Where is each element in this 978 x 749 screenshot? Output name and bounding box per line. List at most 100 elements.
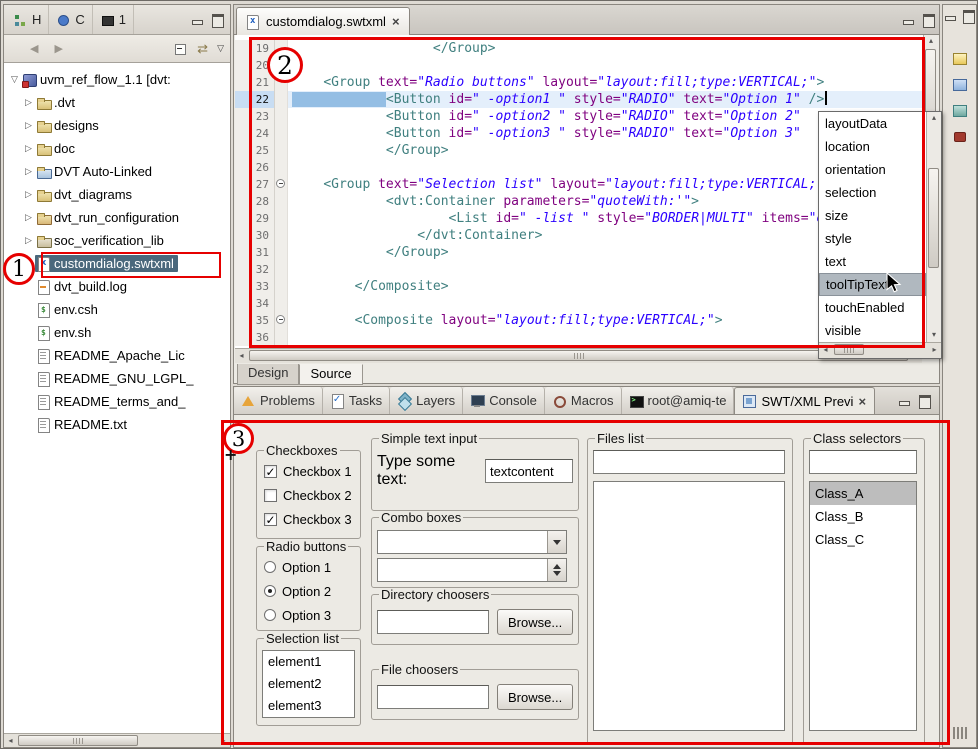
files-list[interactable] bbox=[593, 481, 785, 731]
checkbox-icon[interactable] bbox=[264, 489, 277, 502]
tree-item-readme-terms-and[interactable]: README_terms_and_ bbox=[4, 390, 230, 413]
checkbox-icon[interactable]: ✓ bbox=[264, 513, 277, 526]
tab-swt-xml-previ[interactable]: SWT/XML Previ× bbox=[734, 387, 875, 414]
collapse-all-icon[interactable] bbox=[173, 42, 188, 56]
maximize-button[interactable] bbox=[961, 9, 974, 23]
view-menu-icon[interactable]: ▽ bbox=[217, 43, 224, 54]
list-item-class-b[interactable]: Class_B bbox=[810, 505, 916, 528]
minimized-view-icon[interactable] bbox=[951, 77, 969, 93]
minimized-view-icon[interactable] bbox=[951, 51, 969, 67]
browse-directory-button[interactable]: Browse... bbox=[497, 609, 573, 635]
grid-icon[interactable] bbox=[951, 725, 969, 741]
combo-box-1[interactable] bbox=[377, 530, 567, 554]
editor-tab-customdialog[interactable]: customdialog.swtxml × bbox=[236, 7, 410, 35]
file-input[interactable] bbox=[377, 685, 489, 709]
scroll-left-icon[interactable]: ◂ bbox=[4, 734, 17, 747]
radio-icon[interactable] bbox=[264, 561, 276, 573]
view-tab-c[interactable]: C bbox=[49, 5, 92, 34]
tree-item-uvm-ref-flow-1-1-dvt[interactable]: ▽uvm_ref_flow_1.1 [dvt: bbox=[4, 68, 230, 91]
tree-item-dvt[interactable]: ▷.dvt bbox=[4, 91, 230, 114]
tab-root-amiq-te[interactable]: root@amiq-te bbox=[622, 387, 735, 414]
tree-item-readme-txt[interactable]: README.txt bbox=[4, 413, 230, 436]
assist-item-touchenabled[interactable]: touchEnabled bbox=[819, 296, 926, 319]
tree-item-doc[interactable]: ▷doc bbox=[4, 137, 230, 160]
assist-vscrollbar[interactable]: ▴ ▾ bbox=[926, 112, 941, 342]
scroll-right-icon[interactable]: ▸ bbox=[217, 734, 230, 747]
collapsed-arrow-icon[interactable]: ▷ bbox=[22, 97, 35, 108]
expanded-arrow-icon[interactable]: ▽ bbox=[8, 74, 21, 85]
maximize-button[interactable] bbox=[917, 394, 932, 408]
spinner-icon[interactable] bbox=[547, 559, 566, 581]
combo-box-2[interactable] bbox=[377, 558, 567, 582]
scrollbar-thumb[interactable] bbox=[928, 168, 939, 268]
tree-item-soc-verification-lib[interactable]: ▷soc_verification_lib bbox=[4, 229, 230, 252]
tree-item-dvt-auto-linked[interactable]: ▷DVT Auto-Linked bbox=[4, 160, 230, 183]
view-tab-1[interactable]: 1 bbox=[93, 5, 134, 34]
code-line-22[interactable]: 22 <Button id=" -option1 " style="RADIO"… bbox=[235, 91, 923, 108]
assist-hscrollbar[interactable]: ◂ ▸ bbox=[819, 342, 941, 358]
assist-item-orientation[interactable]: orientation bbox=[819, 158, 926, 181]
list-item-element1[interactable]: element1 bbox=[263, 651, 354, 673]
scrollbar-thumb[interactable] bbox=[249, 350, 908, 361]
scroll-down-icon[interactable]: ▾ bbox=[927, 329, 941, 342]
scroll-left-icon[interactable]: ◂ bbox=[819, 343, 832, 358]
list-item-class-c[interactable]: Class_C bbox=[810, 528, 916, 551]
tab-tasks[interactable]: Tasks bbox=[323, 387, 390, 414]
tab-macros[interactable]: Macros bbox=[545, 387, 622, 414]
minimize-button[interactable] bbox=[943, 9, 956, 23]
simple-text-input[interactable] bbox=[485, 459, 573, 483]
scroll-left-icon[interactable]: ◂ bbox=[235, 349, 248, 363]
minimize-button[interactable] bbox=[901, 13, 916, 27]
collapsed-arrow-icon[interactable]: ▷ bbox=[22, 212, 35, 223]
close-tab-icon[interactable]: × bbox=[391, 15, 401, 28]
assist-item-size[interactable]: size bbox=[819, 204, 926, 227]
tab-source[interactable]: Source bbox=[299, 364, 362, 385]
scroll-up-icon[interactable]: ▴ bbox=[927, 112, 941, 125]
assist-item-visible[interactable]: visible bbox=[819, 319, 926, 342]
assist-item-tooltiptext[interactable]: toolTipText bbox=[819, 273, 926, 296]
view-tab-h[interactable]: H bbox=[6, 5, 49, 34]
chevron-down-icon[interactable] bbox=[547, 531, 566, 553]
collapsed-arrow-icon[interactable]: ▷ bbox=[22, 120, 35, 131]
tree-item-designs[interactable]: ▷designs bbox=[4, 114, 230, 137]
class-list[interactable]: Class_AClass_BClass_C bbox=[809, 481, 917, 731]
assist-item-layoutdata[interactable]: layoutData bbox=[819, 112, 926, 135]
radio-icon[interactable] bbox=[264, 609, 276, 621]
checkbox-icon[interactable]: ✓ bbox=[264, 465, 277, 478]
minimize-button[interactable] bbox=[190, 13, 205, 27]
scrollbar-thumb[interactable] bbox=[18, 735, 138, 746]
tab-design[interactable]: Design bbox=[237, 364, 299, 385]
directory-input[interactable] bbox=[377, 610, 489, 634]
tab-console[interactable]: Console bbox=[463, 387, 545, 414]
tree-item-dvt-diagrams[interactable]: ▷dvt_diagrams bbox=[4, 183, 230, 206]
selection-list[interactable]: element1element2element3 bbox=[262, 650, 355, 718]
tree-item-dvt-run-configuration[interactable]: ▷dvt_run_configuration bbox=[4, 206, 230, 229]
forward-icon[interactable]: ▶ bbox=[54, 42, 62, 55]
code-line-20[interactable]: 20 bbox=[235, 57, 923, 74]
assist-item-style[interactable]: style bbox=[819, 227, 926, 250]
back-icon[interactable]: ◀ bbox=[30, 42, 38, 55]
minimized-view-icon[interactable] bbox=[951, 129, 969, 145]
collapsed-arrow-icon[interactable]: ▷ bbox=[22, 189, 35, 200]
code-line-19[interactable]: 19 </Group> bbox=[235, 40, 923, 57]
scrollbar-thumb[interactable] bbox=[834, 344, 864, 355]
assist-item-location[interactable]: location bbox=[819, 135, 926, 158]
files-filter-input[interactable] bbox=[593, 450, 785, 474]
tree-item-dvt-build-log[interactable]: dvt_build.log bbox=[4, 275, 230, 298]
assist-item-text[interactable]: text bbox=[819, 250, 926, 273]
tree-item-customdialog-swtxml[interactable]: customdialog.swtxml bbox=[4, 252, 230, 275]
tree-item-readme-gnu-lgpl[interactable]: README_GNU_LGPL_ bbox=[4, 367, 230, 390]
fold-collapse-icon[interactable] bbox=[276, 179, 285, 188]
class-filter-input[interactable] bbox=[809, 450, 917, 474]
explorer-hscrollbar[interactable]: ◂ ▸ bbox=[4, 733, 230, 747]
code-line-21[interactable]: 21 <Group text="Radio buttons" layout="l… bbox=[235, 74, 923, 91]
maximize-button[interactable] bbox=[921, 13, 936, 27]
close-tab-icon[interactable]: × bbox=[857, 395, 867, 408]
minimized-view-icon[interactable] bbox=[951, 103, 969, 119]
maximize-button[interactable] bbox=[210, 13, 225, 27]
list-item-element2[interactable]: element2 bbox=[263, 673, 354, 695]
minimize-button[interactable] bbox=[897, 394, 912, 408]
fold-collapse-icon[interactable] bbox=[276, 315, 285, 324]
list-item-class-a[interactable]: Class_A bbox=[810, 482, 916, 505]
assist-item-selection[interactable]: selection bbox=[819, 181, 926, 204]
